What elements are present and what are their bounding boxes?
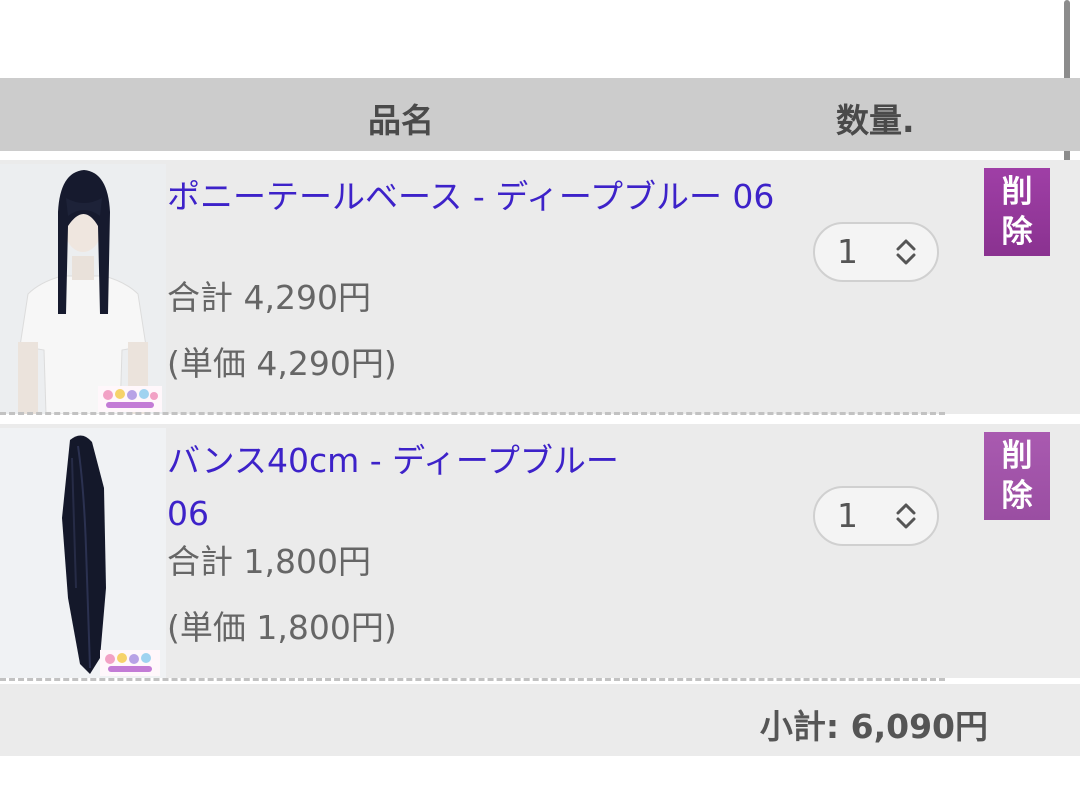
quantity-select[interactable]: 1 <box>813 486 939 546</box>
chevron-up-down-icon <box>896 503 916 529</box>
subtotal-amount: 小計: 6,090円 <box>759 707 988 746</box>
chevron-up-down-icon <box>896 239 916 265</box>
unit-price: (単価 1,800円) <box>167 608 397 647</box>
line-total: 合計 1,800円 <box>167 542 371 581</box>
delete-label-top: 削 <box>1001 438 1033 474</box>
wig-on-mannequin-image <box>0 164 166 414</box>
line-total: 合計 4,290円 <box>167 278 371 317</box>
row-divider <box>0 678 945 681</box>
quantity-value: 1 <box>837 496 858 535</box>
product-name-link[interactable]: ポニーテールベース - ディープブルー 06 <box>167 170 787 223</box>
shop-logo-stamp <box>100 650 160 676</box>
quantity-select[interactable]: 1 <box>813 222 939 282</box>
delete-button[interactable]: 削 除 <box>984 168 1050 256</box>
delete-label-bottom: 除 <box>1001 478 1033 514</box>
delete-label-top: 削 <box>1001 174 1033 210</box>
delete-label-bottom: 除 <box>1001 214 1033 250</box>
delete-button[interactable]: 削 除 <box>984 432 1050 520</box>
product-thumbnail[interactable] <box>0 428 166 678</box>
long-hair-ponytail-image <box>0 428 166 678</box>
cart-item-row: バンス40cm - ディープブルー 06 合計 1,800円 (単価 1,800… <box>0 424 1080 678</box>
cart-item-row: ポニーテールベース - ディープブルー 06 合計 4,290円 (単価 4,2… <box>0 160 1080 414</box>
product-name-link[interactable]: バンス40cm - ディープブルー 06 <box>167 434 667 540</box>
quantity-value: 1 <box>837 232 858 271</box>
shop-logo-stamp <box>98 386 162 412</box>
subtotal-bar: 小計: 6,090円 <box>0 684 1080 756</box>
column-header-name: 品名 <box>368 101 434 140</box>
cart-table-header: 品名 数量. <box>0 78 1080 151</box>
row-divider <box>0 412 945 415</box>
unit-price: (単価 4,290円) <box>167 344 397 383</box>
product-thumbnail[interactable] <box>0 164 166 414</box>
column-header-quantity: 数量. <box>836 101 915 140</box>
